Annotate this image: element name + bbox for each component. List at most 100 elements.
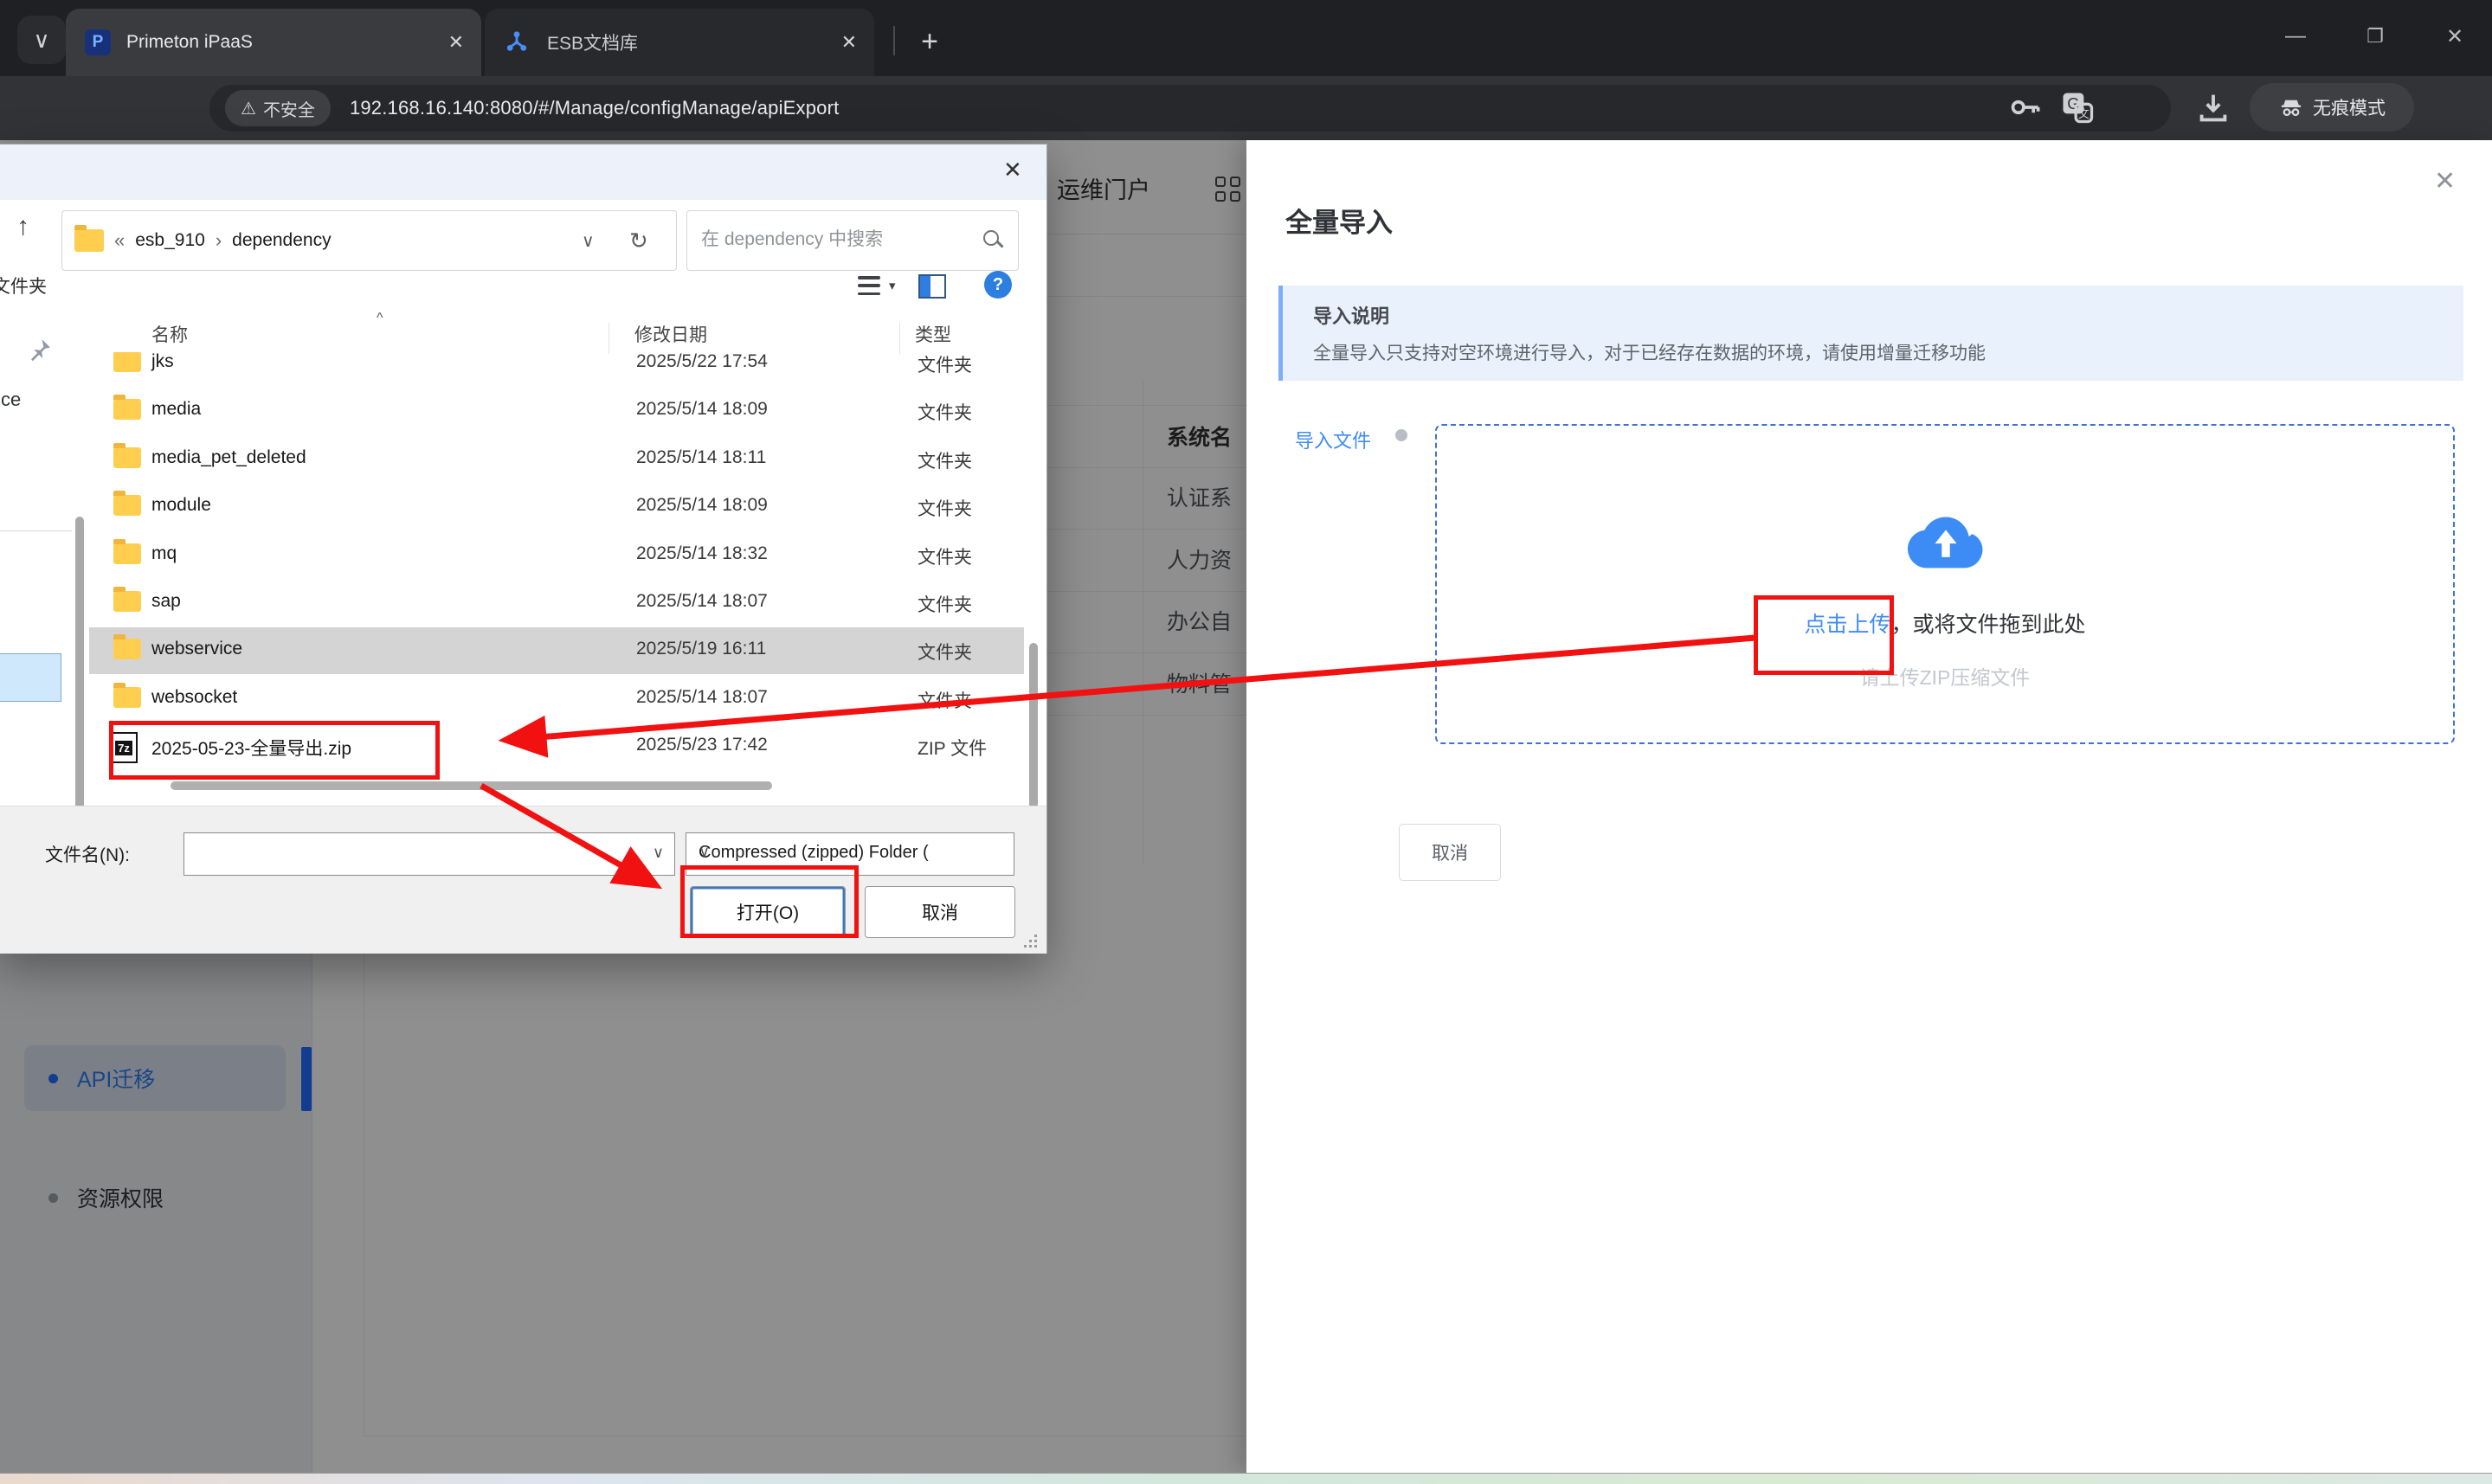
file-date: 2025/5/19 16:11 <box>636 639 766 659</box>
up-directory-button[interactable]: ↑ <box>16 212 29 241</box>
folder-icon <box>113 687 141 708</box>
tab-title: Primeton iPaaS <box>126 32 253 53</box>
incognito-icon <box>2278 94 2304 120</box>
refresh-icon[interactable]: ↻ <box>629 228 648 254</box>
import-file-label: 导入文件 <box>1295 426 1371 453</box>
file-name[interactable]: websocket <box>151 687 237 708</box>
incognito-label: 无痕模式 <box>2313 94 2386 120</box>
file-name[interactable]: webservice <box>151 639 242 659</box>
file-row[interactable]: websocket2025/5/14 18:07文件夹 <box>89 676 1024 723</box>
file-name-input[interactable] <box>191 837 636 871</box>
file-row[interactable]: webservice2025/5/19 16:11文件夹 <box>89 627 1024 674</box>
omnibox[interactable]: ⚠ 不安全 192.168.16.140:8080/#/Manage/confi… <box>209 85 2171 132</box>
dialog-title-bar <box>0 145 1046 200</box>
file-name[interactable]: media_pet_deleted <box>151 447 306 468</box>
upload-dropzone[interactable]: 点击上传，或将文件拖到此处 请上传ZIP压缩文件 <box>1435 424 2455 744</box>
breadcrumb-separator-icon: › <box>216 229 222 252</box>
tab-search-chevron-icon[interactable]: ∨ <box>17 16 66 64</box>
file-row[interactable]: module2025/5/14 18:09文件夹 <box>89 484 1024 530</box>
address-dropdown-chevron-icon[interactable]: ∨ <box>582 230 595 252</box>
full-import-drawer: ✕ 全量导入 导入说明 全量导入只支持对空环境进行导入，对于已经存在数据的环境，… <box>1246 140 2492 1473</box>
file-name[interactable]: sap <box>151 591 181 612</box>
close-window-button[interactable]: ✕ <box>2429 12 2481 61</box>
file-row[interactable]: jks2025/5/22 17:54文件夹 <box>89 352 1024 387</box>
file-date: 2025/5/14 18:11 <box>636 447 766 468</box>
left-pane-item-fragment[interactable]: ce <box>1 389 21 411</box>
download-icon[interactable] <box>2193 88 2233 128</box>
file-name-combobox[interactable]: ∨ <box>184 832 675 876</box>
file-row[interactable]: media 2025/5/14 18:09 文件夹 <box>89 388 1024 434</box>
url-text[interactable]: 192.168.16.140:8080/#/Manage/configManag… <box>350 97 840 119</box>
left-pane-selected-item[interactable] <box>0 653 61 702</box>
file-date: 2025/5/14 18:32 <box>636 543 768 564</box>
search-input[interactable] <box>699 216 963 263</box>
info-body: 全量导入只支持对空环境进行导入，对于已经存在数据的环境，请使用增量迁移功能 <box>1313 339 1986 365</box>
new-folder-label-clipped[interactable]: 文件夹 <box>0 273 47 299</box>
info-title: 导入说明 <box>1313 301 1389 329</box>
breadcrumb-segment[interactable]: esb_910 <box>135 230 205 251</box>
security-badge[interactable]: ⚠ 不安全 <box>225 90 331 126</box>
dialog-close-icon[interactable]: ✕ <box>1003 157 1022 183</box>
column-header-name[interactable]: 名称 <box>151 321 188 347</box>
file-name[interactable]: media <box>151 399 201 420</box>
file-type: 文件夹 <box>918 543 972 569</box>
drawer-close-icon[interactable]: ✕ <box>2434 166 2456 196</box>
incognito-chip: 无痕模式 <box>2250 83 2414 132</box>
file-row[interactable]: sap 2025/5/14 18:07 文件夹 <box>89 580 1024 626</box>
folder-icon <box>113 495 141 516</box>
resize-grip-icon[interactable] <box>1024 935 1038 948</box>
password-key-icon[interactable] <box>2006 88 2044 126</box>
column-header-type[interactable]: 类型 <box>915 321 951 347</box>
help-icon[interactable]: ? <box>984 271 1012 299</box>
file-type: 文件夹 <box>918 399 972 425</box>
drawer-title: 全量导入 <box>1285 201 1393 240</box>
tab-title: ESB文档库 <box>547 29 638 55</box>
file-date: 2025/5/14 18:07 <box>636 591 768 612</box>
chevron-down-icon[interactable]: ∨ <box>653 844 664 862</box>
list-view-icon[interactable] <box>858 276 880 295</box>
preview-pane-icon[interactable] <box>918 274 946 299</box>
file-name[interactable]: mq <box>151 543 177 564</box>
tab-primeton[interactable]: P Primeton iPaaS ✕ <box>66 9 481 76</box>
file-row[interactable]: mq 2025/5/14 18:32 文件夹 <box>89 532 1024 579</box>
translate-icon[interactable]: G 文 <box>2058 88 2096 126</box>
annotation-box-click-upload <box>1754 595 1894 675</box>
file-type: ZIP 文件 <box>918 735 987 761</box>
file-type: 文件夹 <box>918 591 972 617</box>
new-tab-button[interactable]: + <box>907 19 952 64</box>
sort-ascending-icon: ^ <box>377 311 383 326</box>
dialog-cancel-button[interactable]: 取消 <box>865 886 1015 938</box>
minimize-button[interactable]: — <box>2270 12 2321 61</box>
upload-instruction: 点击上传，或将文件拖到此处 <box>1437 607 2453 639</box>
file-name[interactable]: module <box>151 495 211 516</box>
file-open-dialog: ✕ ↑ « esb_910 › dependency ∨ ↻ 文件夹 ▾ ? 名… <box>0 144 1047 954</box>
breadcrumb-prefix: « <box>114 229 125 252</box>
file-row[interactable]: media_pet_deleted2025/5/14 18:11文件夹 <box>89 436 1024 483</box>
file-type: 文件夹 <box>918 352 972 377</box>
browser-tab-strip: ∨ P Primeton iPaaS ✕ ESB文档库 ✕ + — ❐ ✕ <box>0 0 2492 76</box>
drag-upload-text: ，或将文件拖到此处 <box>1891 613 2086 637</box>
dialog-search-box[interactable] <box>686 210 1019 271</box>
address-breadcrumb[interactable]: « esb_910 › dependency ∨ ↻ <box>61 210 677 271</box>
maximize-button[interactable]: ❐ <box>2349 12 2401 61</box>
folder-icon <box>113 639 141 659</box>
tab-close-icon[interactable]: ✕ <box>448 31 464 54</box>
file-name[interactable]: jks <box>151 352 174 372</box>
browser-toolbar: ← → ↻ ⚠ 不安全 192.168.16.140:8080/#/Manage… <box>0 76 2492 140</box>
tab-divider <box>893 26 895 55</box>
file-date: 2025/5/14 18:09 <box>636 399 768 420</box>
column-header-date[interactable]: 修改日期 <box>634 321 707 347</box>
file-date: 2025/5/23 17:42 <box>636 735 768 755</box>
chevron-down-icon[interactable]: ∨ <box>699 843 1003 861</box>
tab-esb-docs[interactable]: ESB文档库 ✕ <box>485 9 874 76</box>
file-date: 2025/5/14 18:09 <box>636 495 768 516</box>
warning-icon: ⚠ <box>241 98 256 119</box>
tooltip-dot-icon <box>1395 429 1407 441</box>
tab-close-icon[interactable]: ✕ <box>841 31 857 54</box>
drawer-cancel-button[interactable]: 取消 <box>1399 824 1501 881</box>
breadcrumb-segment[interactable]: dependency <box>232 230 331 251</box>
primeton-favicon-icon: P <box>85 29 111 55</box>
screenshot-stage: ∨ P Primeton iPaaS ✕ ESB文档库 ✕ + — ❐ ✕ ← … <box>0 0 2492 1484</box>
horizontal-scrollbar[interactable] <box>171 781 772 790</box>
view-caret-icon[interactable]: ▾ <box>889 278 896 293</box>
